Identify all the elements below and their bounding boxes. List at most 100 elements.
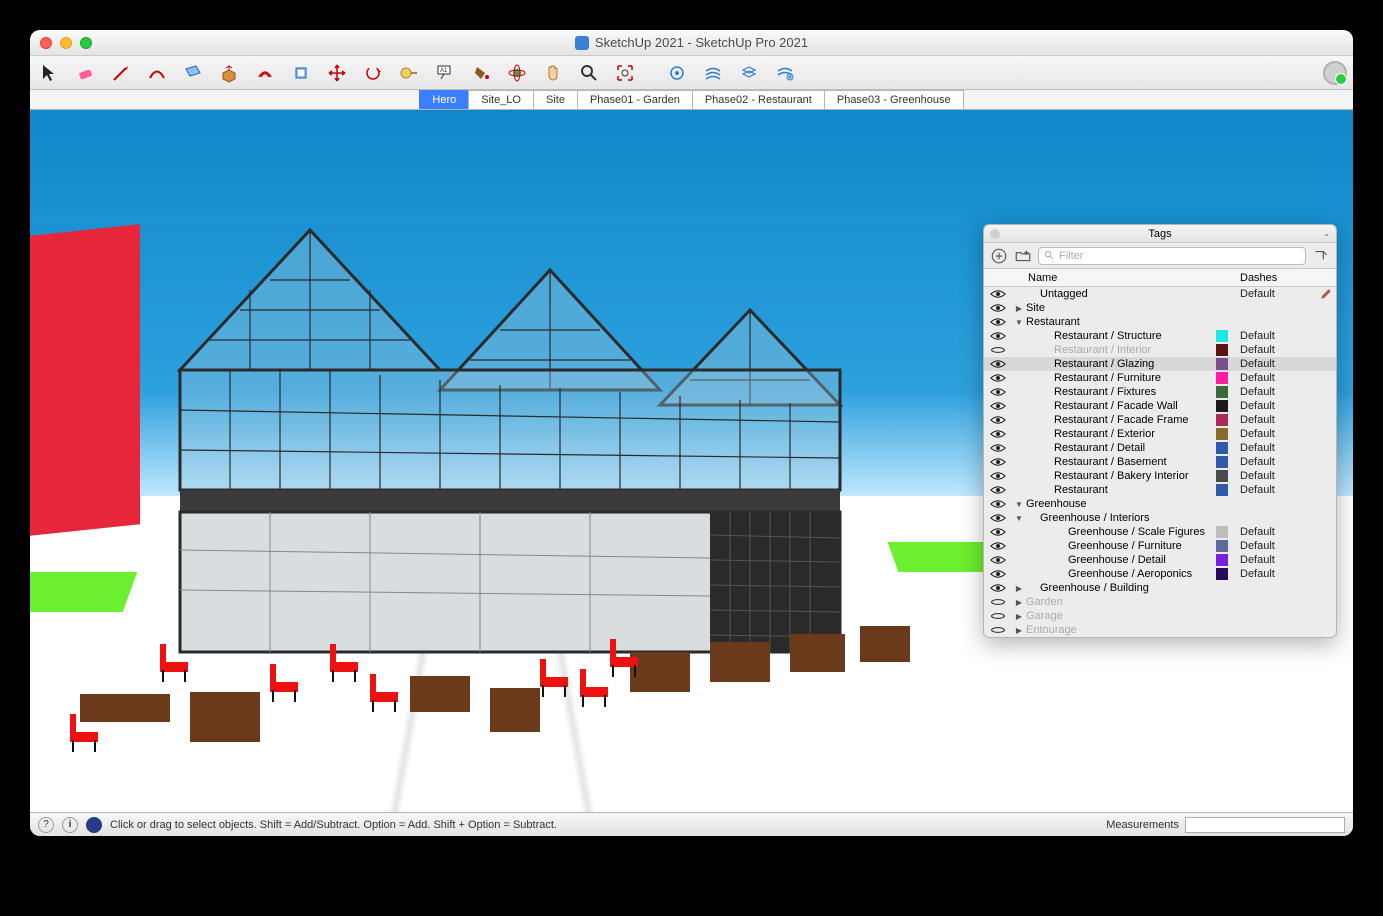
tag-dashes[interactable]: Default (1234, 540, 1316, 552)
panel-flyout-button[interactable] (1312, 247, 1330, 265)
pan-tool[interactable] (540, 60, 566, 86)
tag-name[interactable]: Greenhouse / Interiors (1026, 512, 1216, 524)
visibility-toggle[interactable] (984, 471, 1012, 481)
expand-toggle[interactable]: ▶ (1012, 584, 1026, 593)
geolocation-icon[interactable] (86, 817, 102, 833)
tag-name[interactable]: Greenhouse / Scale Figures (1026, 526, 1216, 538)
tag-row[interactable]: Restaurant / DetailDefault (984, 441, 1336, 455)
visibility-toggle[interactable] (984, 625, 1012, 635)
tag-dashes[interactable]: Default (1234, 372, 1316, 384)
col-name[interactable]: Name⌄ (1026, 272, 1216, 284)
add-tag-button[interactable] (990, 247, 1008, 265)
tag-dashes[interactable]: Default (1234, 526, 1316, 538)
tag-name[interactable]: Untagged (1026, 288, 1216, 300)
visibility-toggle[interactable] (984, 485, 1012, 495)
tag-swatch[interactable] (1216, 456, 1228, 468)
expand-toggle[interactable]: ▶ (1012, 598, 1026, 607)
tag-swatch[interactable] (1216, 386, 1228, 398)
tag-name[interactable]: Restaurant / Bakery Interior (1026, 470, 1216, 482)
tag-name[interactable]: Restaurant / Fixtures (1026, 386, 1216, 398)
profile-avatar[interactable] (1323, 61, 1347, 85)
tag-name[interactable]: Garden (1026, 596, 1216, 608)
tag-row[interactable]: Greenhouse / AeroponicsDefault (984, 567, 1336, 581)
tag-row[interactable]: ▶Garage (984, 609, 1336, 623)
tag-dashes[interactable]: Default (1234, 484, 1316, 496)
scene-tab[interactable]: Site_LO (468, 90, 533, 109)
visibility-toggle[interactable] (984, 527, 1012, 537)
tag-name[interactable]: Greenhouse / Aeroponics (1026, 568, 1216, 580)
extension2-tool[interactable] (700, 60, 726, 86)
tag-swatch[interactable] (1216, 330, 1228, 342)
offset-tool[interactable] (252, 60, 278, 86)
visibility-toggle[interactable] (984, 401, 1012, 411)
paintbucket-tool[interactable] (468, 60, 494, 86)
tag-swatch[interactable] (1216, 568, 1228, 580)
tag-name[interactable]: Restaurant / Interior (1026, 344, 1216, 356)
visibility-toggle[interactable] (984, 415, 1012, 425)
tag-name[interactable]: Restaurant (1026, 316, 1216, 328)
tag-swatch[interactable] (1216, 470, 1228, 482)
tag-name[interactable]: Restaurant / Facade Wall (1026, 400, 1216, 412)
extension3-tool[interactable] (736, 60, 762, 86)
expand-toggle[interactable]: ▼ (1012, 500, 1026, 509)
visibility-toggle[interactable] (984, 429, 1012, 439)
visibility-toggle[interactable] (984, 387, 1012, 397)
text-tool[interactable]: A1 (432, 60, 458, 86)
tag-row[interactable]: Greenhouse / Scale Figures Default (984, 525, 1336, 539)
tag-name[interactable]: Restaurant / Glazing (1026, 358, 1216, 370)
tag-name[interactable]: Garage (1026, 610, 1216, 622)
arc-tool[interactable] (144, 60, 170, 86)
tag-swatch[interactable] (1216, 372, 1228, 384)
measurements-input[interactable] (1185, 817, 1345, 833)
visibility-toggle[interactable] (984, 541, 1012, 551)
tag-dashes[interactable]: Default (1234, 344, 1316, 356)
tag-row[interactable]: Restaurant / Facade WallDefault (984, 399, 1336, 413)
followme-tool[interactable] (288, 60, 314, 86)
visibility-toggle[interactable] (984, 303, 1012, 313)
tag-row[interactable]: Greenhouse / DetailDefault (984, 553, 1336, 567)
tag-name[interactable]: Restaurant / Exterior (1026, 428, 1216, 440)
tag-row[interactable]: Restaurant / Bakery Interior Default (984, 469, 1336, 483)
tag-swatch[interactable] (1216, 358, 1228, 370)
tag-dashes[interactable]: Default (1234, 428, 1316, 440)
tag-swatch[interactable] (1216, 414, 1228, 426)
eraser-tool[interactable] (72, 60, 98, 86)
scene-tab[interactable]: Phase03 - Greenhouse (824, 90, 964, 109)
tag-row[interactable]: ▶Entourage (984, 623, 1336, 637)
tag-name[interactable]: Greenhouse / Building (1026, 582, 1216, 594)
tags-panel[interactable]: Tags Filter Name⌄ Dashes UntaggedDefault… (983, 224, 1337, 638)
tag-dashes[interactable]: Default (1234, 442, 1316, 454)
visibility-toggle[interactable] (984, 583, 1012, 593)
tag-dashes[interactable]: Default (1234, 470, 1316, 482)
expand-toggle[interactable]: ▶ (1012, 626, 1026, 635)
tag-row[interactable]: Restaurant / BasementDefault (984, 455, 1336, 469)
select-tool[interactable] (36, 60, 62, 86)
tag-row[interactable]: ▼Greenhouse (984, 497, 1336, 511)
zoom-tool[interactable] (576, 60, 602, 86)
viewport[interactable]: Tags Filter Name⌄ Dashes UntaggedDefault… (30, 110, 1353, 812)
add-folder-button[interactable] (1014, 247, 1032, 265)
visibility-toggle[interactable] (984, 555, 1012, 565)
panel-close-icon[interactable] (990, 229, 1000, 239)
visibility-toggle[interactable] (984, 513, 1012, 523)
pushpull-tool[interactable] (216, 60, 242, 86)
tag-name[interactable]: Greenhouse / Furniture (1026, 540, 1216, 552)
visibility-toggle[interactable] (984, 597, 1012, 607)
tag-dashes[interactable]: Default (1234, 554, 1316, 566)
tag-dashes[interactable]: Default (1234, 386, 1316, 398)
tag-name[interactable]: Restaurant / Basement (1026, 456, 1216, 468)
tag-row[interactable]: Restaurant / FurnitureDefault (984, 371, 1336, 385)
tag-row[interactable]: ▶Garden (984, 595, 1336, 609)
tag-name[interactable]: Restaurant / Structure (1026, 330, 1216, 342)
tag-swatch[interactable] (1216, 554, 1228, 566)
help-icon[interactable]: ? (38, 817, 54, 833)
tag-row[interactable]: RestaurantDefault (984, 483, 1336, 497)
visibility-toggle[interactable] (984, 359, 1012, 369)
visibility-toggle[interactable] (984, 499, 1012, 509)
extension1-tool[interactable] (664, 60, 690, 86)
visibility-toggle[interactable] (984, 443, 1012, 453)
visibility-toggle[interactable] (984, 569, 1012, 579)
rectangle-tool[interactable] (180, 60, 206, 86)
tag-swatch[interactable] (1216, 526, 1228, 538)
scene-tab[interactable]: Hero (419, 90, 468, 109)
